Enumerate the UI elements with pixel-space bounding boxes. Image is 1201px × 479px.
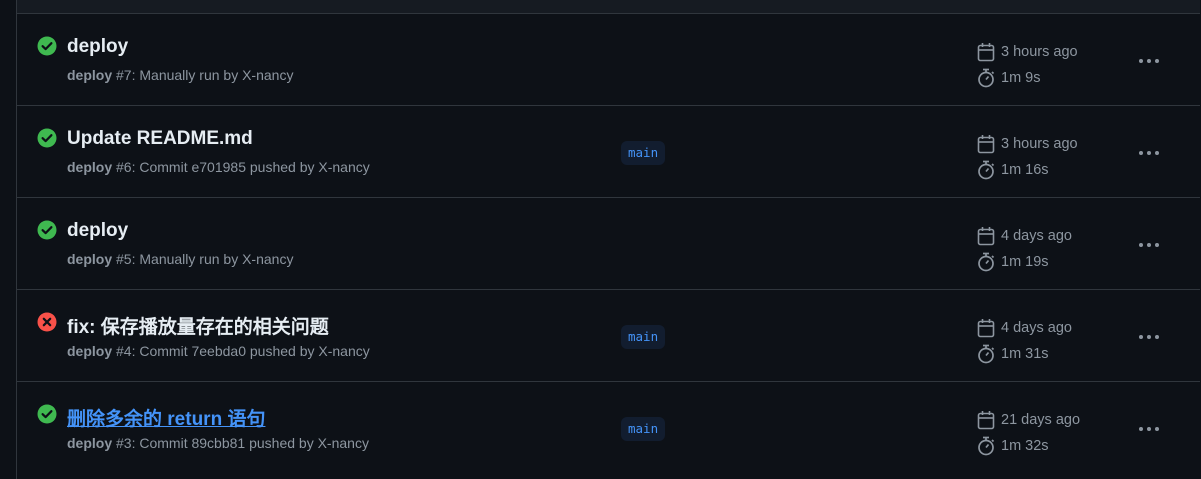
run-duration: 1m 32s: [1001, 438, 1049, 454]
run-title[interactable]: deploy: [67, 36, 128, 58]
workflow-name: deploy: [67, 251, 113, 267]
stopwatch-icon: [978, 160, 995, 180]
stopwatch-icon: [978, 252, 995, 272]
run-duration: 1m 16s: [1001, 162, 1049, 178]
kebab-horizontal-icon: [1139, 427, 1159, 431]
calendar-icon: [977, 411, 995, 430]
workflow-run-row[interactable]: deploy deploy #5: Manually run by X-nanc…: [17, 198, 1200, 290]
stopwatch-icon: [978, 436, 995, 456]
run-info: #4: Commit 7eebda0 pushed by X-nancy: [112, 343, 370, 359]
stopwatch-icon: [978, 344, 995, 364]
run-info: #5: Manually run by X-nancy: [112, 251, 294, 267]
time-ago: 4 days ago: [1001, 228, 1072, 244]
more-actions-button[interactable]: [1129, 232, 1169, 258]
branch-badge[interactable]: main: [621, 325, 666, 349]
workflow-name: deploy: [67, 435, 113, 451]
calendar-icon: [977, 319, 995, 338]
run-title[interactable]: deploy: [67, 220, 128, 242]
run-duration: 1m 31s: [1001, 346, 1049, 362]
more-actions-button[interactable]: [1129, 324, 1169, 350]
run-meta: 4 days ago 1m 31s: [977, 315, 1072, 367]
workflow-name: deploy: [67, 67, 113, 83]
kebab-horizontal-icon: [1139, 243, 1159, 247]
list-header-strip: [17, 0, 1200, 14]
workflow-name: deploy: [67, 343, 113, 359]
workflow-run-row[interactable]: deploy deploy #7: Manually run by X-nanc…: [17, 14, 1200, 106]
run-info: #6: Commit e701985 pushed by X-nancy: [112, 159, 370, 175]
run-subtitle: deploy #3: Commit 89cbb81 pushed by X-na…: [67, 435, 369, 451]
kebab-horizontal-icon: [1139, 59, 1159, 63]
check-circle-fill-icon: [37, 220, 57, 240]
run-subtitle: deploy #5: Manually run by X-nancy: [67, 251, 293, 267]
check-circle-fill-icon: [37, 128, 57, 148]
run-subtitle: deploy #7: Manually run by X-nancy: [67, 67, 293, 83]
run-meta: 21 days ago 1m 32s: [977, 407, 1080, 459]
run-title[interactable]: 删除多余的 return 语句: [67, 404, 265, 431]
workflow-run-row[interactable]: fix: 保存播放量存在的相关问题 deploy #4: Commit 7eeb…: [17, 290, 1200, 382]
branch-badge[interactable]: main: [621, 141, 666, 165]
check-circle-fill-icon: [37, 404, 57, 424]
more-actions-button[interactable]: [1129, 140, 1169, 166]
time-ago: 3 hours ago: [1001, 44, 1078, 60]
calendar-icon: [977, 227, 995, 246]
workflow-run-row[interactable]: 删除多余的 return 语句 deploy #3: Commit 89cbb8…: [17, 382, 1200, 474]
branch-badge[interactable]: main: [621, 417, 666, 441]
run-subtitle: deploy #6: Commit e701985 pushed by X-na…: [67, 159, 370, 175]
workflow-name: deploy: [67, 159, 113, 175]
time-ago: 21 days ago: [1001, 412, 1081, 428]
run-info: #7: Manually run by X-nancy: [112, 67, 294, 83]
x-circle-fill-icon: [37, 312, 57, 332]
run-meta: 3 hours ago 1m 16s: [977, 131, 1078, 183]
kebab-horizontal-icon: [1139, 151, 1159, 155]
run-title[interactable]: Update README.md: [67, 128, 253, 150]
workflow-runs-list: deploy deploy #7: Manually run by X-nanc…: [16, 0, 1200, 479]
run-meta: 3 hours ago 1m 9s: [977, 39, 1078, 91]
calendar-icon: [977, 43, 995, 62]
stopwatch-icon: [978, 68, 995, 88]
run-duration: 1m 9s: [1001, 70, 1041, 86]
calendar-icon: [977, 135, 995, 154]
run-meta: 4 days ago 1m 19s: [977, 223, 1072, 275]
check-circle-fill-icon: [37, 36, 57, 56]
time-ago: 3 hours ago: [1001, 136, 1078, 152]
run-title[interactable]: fix: 保存播放量存在的相关问题: [67, 312, 329, 339]
kebab-horizontal-icon: [1139, 335, 1159, 339]
workflow-run-row[interactable]: Update README.md deploy #6: Commit e7019…: [17, 106, 1200, 198]
time-ago: 4 days ago: [1001, 320, 1072, 336]
run-duration: 1m 19s: [1001, 254, 1049, 270]
run-info: #3: Commit 89cbb81 pushed by X-nancy: [112, 435, 369, 451]
run-subtitle: deploy #4: Commit 7eebda0 pushed by X-na…: [67, 343, 370, 359]
more-actions-button[interactable]: [1129, 416, 1169, 442]
more-actions-button[interactable]: [1129, 48, 1169, 74]
